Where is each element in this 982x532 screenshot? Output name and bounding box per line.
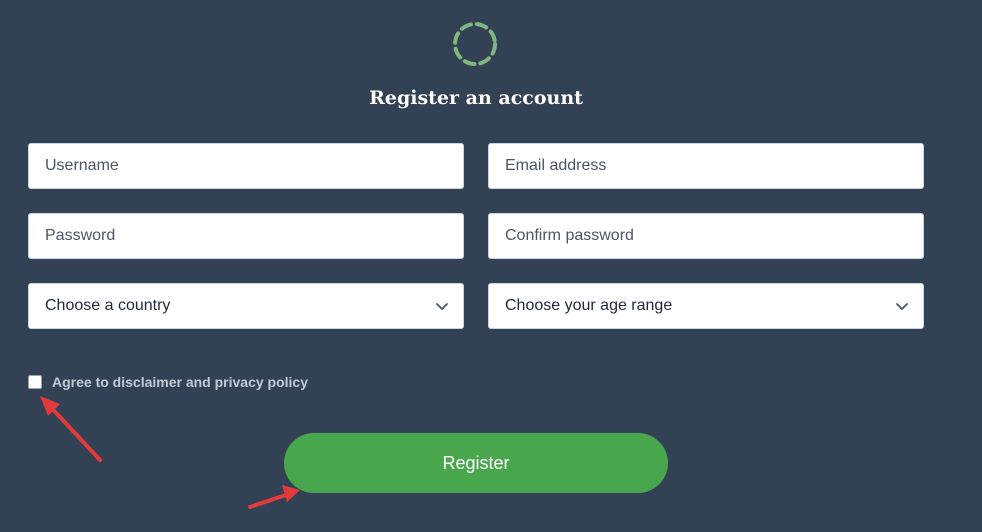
agree-checkbox[interactable] xyxy=(28,375,42,389)
chevron-down-icon xyxy=(436,303,448,310)
confirm-password-input[interactable] xyxy=(489,214,923,258)
password-field-wrapper xyxy=(28,213,464,259)
age-range-select[interactable]: Choose your age range xyxy=(488,283,924,329)
red-arrow-icon xyxy=(248,485,300,509)
agree-label[interactable]: Agree to disclaimer and privacy policy xyxy=(52,373,308,391)
red-arrow-icon xyxy=(40,396,102,462)
register-button[interactable]: Register xyxy=(284,433,668,493)
username-field-wrapper xyxy=(28,143,464,189)
email-field-wrapper xyxy=(488,143,924,189)
password-input[interactable] xyxy=(29,214,463,258)
confirm-password-field-wrapper xyxy=(488,213,924,259)
page-title: Register an account xyxy=(369,87,583,109)
dashed-circle-icon xyxy=(453,22,497,66)
age-range-select-value: Choose your age range xyxy=(505,297,673,314)
chevron-down-icon xyxy=(896,303,908,310)
username-input[interactable] xyxy=(29,144,463,188)
email-input[interactable] xyxy=(489,144,923,188)
country-select[interactable]: Choose a country xyxy=(28,283,464,329)
agree-row: Agree to disclaimer and privacy policy xyxy=(28,373,308,391)
country-select-value: Choose a country xyxy=(45,297,171,314)
